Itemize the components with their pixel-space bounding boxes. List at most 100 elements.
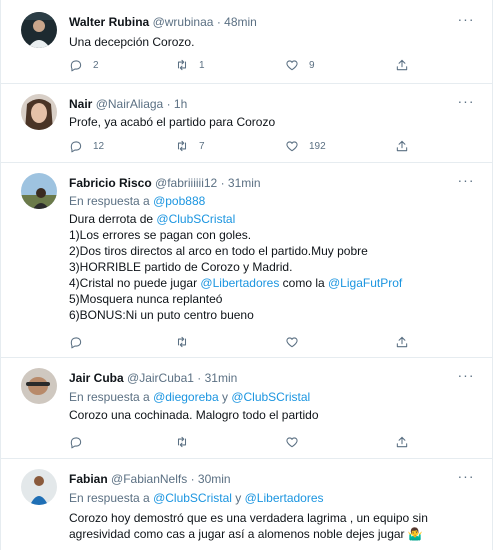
retweet-button[interactable]: 1 (175, 57, 205, 73)
retweet-icon (177, 336, 187, 348)
tweet-jair-cuba[interactable]: Jair Cuba @JairCuba1 · 31min ··· En resp… (1, 358, 493, 459)
text-segment: como la (279, 276, 328, 290)
mention-link[interactable]: @ClubSCristal (231, 390, 310, 404)
avatar-image (21, 94, 57, 130)
reply-and: y (221, 390, 228, 404)
avatar[interactable] (21, 368, 57, 404)
reply-context: En respuesta a @pob888 (69, 193, 205, 209)
tweet-text-line: 3)HORRIBLE partido de Corozo y Madrid. (69, 260, 293, 274)
tweet-time[interactable]: 48min (224, 15, 257, 29)
more-options-icon[interactable]: ··· (456, 469, 476, 487)
separator-dot: · (197, 371, 202, 385)
author-name[interactable]: Fabricio Risco (69, 176, 152, 190)
avatar-image (21, 12, 57, 48)
avatar-image (21, 173, 57, 209)
tweet-nair[interactable]: Nair @NairAliaga · 1h ··· Profe, ya acab… (1, 84, 493, 163)
retweet-button[interactable]: 7 (175, 138, 205, 154)
mention-link[interactable]: @Libertadores (245, 491, 324, 505)
tweet-actions: 12 7 192 (69, 138, 419, 154)
more-options-icon[interactable]: ··· (456, 368, 476, 386)
reply-button[interactable] (69, 334, 83, 350)
like-count: 9 (309, 59, 315, 71)
tweet-time[interactable]: 30min (198, 472, 231, 486)
tweet-actions (69, 434, 419, 450)
tweet-text: Corozo una cochinada. Malogro todo el pa… (69, 407, 474, 423)
reply-prefix: En respuesta a (69, 194, 150, 208)
avatar[interactable] (21, 94, 57, 130)
heart-icon (286, 60, 298, 71)
tweet-walter-rubina[interactable]: Walter Rubina @wrubinaa · 48min ··· Una … (1, 0, 493, 84)
tweet-time[interactable]: 31min (205, 371, 238, 385)
retweet-button[interactable] (175, 434, 189, 450)
heart-icon (286, 337, 298, 348)
tweet-fabricio-risco[interactable]: Fabricio Risco @fabriiiiii12 · 31min ···… (1, 163, 493, 358)
tweet-header: Jair Cuba @JairCuba1 · 31min (69, 370, 237, 386)
reply-count: 12 (93, 140, 105, 152)
author-handle[interactable]: @FabianNelfs (111, 472, 187, 486)
share-button[interactable] (395, 334, 409, 350)
more-options-icon[interactable]: ··· (456, 173, 476, 191)
author-handle[interactable]: @NairAliaga (96, 97, 164, 111)
retweet-count: 7 (199, 140, 205, 152)
like-button[interactable] (285, 334, 299, 350)
share-button[interactable] (395, 57, 409, 73)
reply-context: En respuesta a @diegoreba y @ClubSCrista… (69, 389, 310, 405)
tweet-actions (69, 334, 419, 350)
author-name[interactable]: Walter Rubina (69, 15, 149, 29)
more-options-icon[interactable]: ··· (456, 12, 476, 30)
avatar-image (21, 368, 57, 404)
tweet-time[interactable]: 1h (174, 97, 187, 111)
mention-link[interactable]: @LigaFutProf (328, 276, 402, 290)
author-name[interactable]: Fabian (69, 472, 108, 486)
tweet-text: Una decepción Corozo. (69, 34, 474, 50)
like-button[interactable] (285, 434, 299, 450)
mention-link[interactable]: @ClubSCristal (156, 212, 235, 226)
mention-link[interactable]: @ClubSCristal (153, 491, 232, 505)
reply-prefix: En respuesta a (69, 390, 150, 404)
tweet-header: Nair @NairAliaga · 1h (69, 96, 187, 112)
tweet-time[interactable]: 31min (228, 176, 261, 190)
retweet-icon (177, 436, 187, 448)
tweet-actions: 2 1 9 (69, 57, 419, 73)
avatar[interactable] (21, 12, 57, 48)
author-name[interactable]: Jair Cuba (69, 371, 124, 385)
retweet-count: 1 (199, 59, 205, 71)
like-button[interactable]: 9 (285, 57, 315, 73)
tweet-header: Walter Rubina @wrubinaa · 48min (69, 14, 257, 30)
mention-link[interactable]: @pob888 (153, 194, 205, 208)
tweet-header: Fabian @FabianNelfs · 30min (69, 471, 231, 487)
tweet-text: Corozo hoy demostró que es una verdadera… (69, 510, 474, 542)
author-handle[interactable]: @fabriiiiii12 (155, 176, 217, 190)
tweet-text-line: Dura derrota de @ClubSCristal (69, 211, 474, 227)
like-button[interactable]: 192 (285, 138, 326, 154)
reply-and: y (235, 491, 242, 505)
text-segment: 4)Cristal no puede jugar (69, 276, 201, 290)
avatar[interactable] (21, 469, 57, 505)
tweet-text: Profe, ya acabó el partido para Corozo (69, 114, 474, 130)
mention-link[interactable]: @diegoreba (153, 390, 219, 404)
author-name[interactable]: Nair (69, 97, 92, 111)
reply-icon (70, 60, 82, 72)
retweet-icon (177, 59, 187, 71)
more-options-icon[interactable]: ··· (456, 94, 476, 112)
tweet-feed: Walter Rubina @wrubinaa · 48min ··· Una … (0, 0, 493, 550)
text-segment: Dura derrota de (69, 212, 157, 226)
share-button[interactable] (395, 138, 409, 154)
share-icon (396, 59, 408, 71)
share-icon (396, 140, 408, 152)
heart-icon (286, 141, 298, 152)
share-button[interactable] (395, 434, 409, 450)
author-handle[interactable]: @wrubinaa (153, 15, 214, 29)
reply-button[interactable]: 2 (69, 57, 99, 73)
retweet-button[interactable] (175, 334, 189, 350)
heart-icon (286, 437, 298, 448)
author-handle[interactable]: @JairCuba1 (127, 371, 194, 385)
reply-button[interactable] (69, 434, 83, 450)
reply-button[interactable]: 12 (69, 138, 104, 154)
tweet-text-line: Corozo una cochinada. Malogro todo el pa… (69, 408, 319, 422)
like-count: 192 (309, 140, 326, 152)
avatar[interactable] (21, 173, 57, 209)
tweet-text-line: Corozo hoy demostró que es una verdadera… (69, 511, 428, 525)
tweet-fabian[interactable]: Fabian @FabianNelfs · 30min ··· En respu… (1, 459, 493, 550)
mention-link[interactable]: @Libertadores (200, 276, 279, 290)
